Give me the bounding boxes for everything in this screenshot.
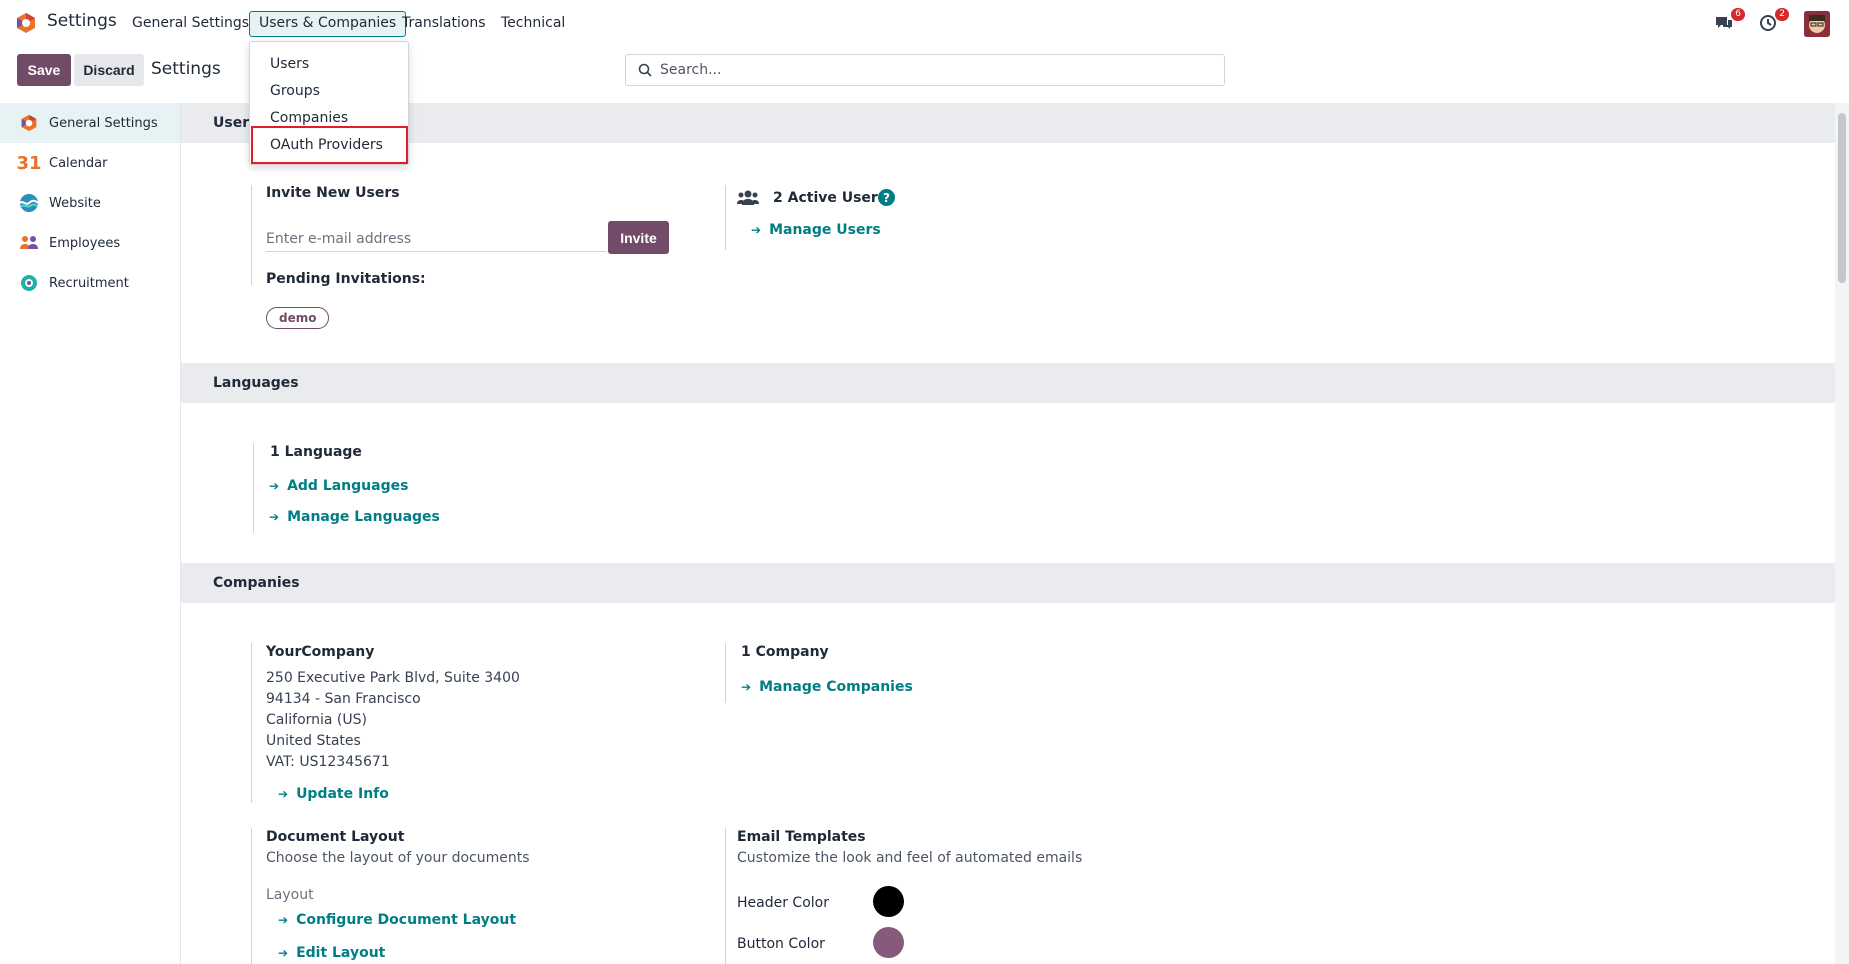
layout-label: Layout (266, 887, 314, 903)
section-header-users: Users (181, 103, 1835, 143)
sidebar-item-label: Employees (49, 235, 121, 251)
active-users-count: 2 Active Users (773, 190, 887, 206)
email-templates-title: Email Templates (737, 829, 866, 845)
odoo-icon (18, 112, 40, 134)
invite-email-input[interactable] (266, 231, 606, 252)
sidebar-item-label: General Settings (49, 115, 158, 131)
users-group-icon (737, 189, 759, 211)
menu-translations[interactable]: Translations (392, 11, 496, 37)
configure-document-layout-link[interactable]: Configure Document Layout (278, 912, 516, 928)
calendar-31-icon: 31 (16, 152, 42, 174)
sidebar-item-employees[interactable]: Employees (0, 223, 180, 263)
manage-languages-link[interactable]: Manage Languages (269, 509, 440, 525)
scrollbar-thumb[interactable] (1838, 113, 1846, 283)
invite-button[interactable]: Invite (608, 221, 669, 254)
main-scrollbar[interactable] (1835, 103, 1849, 964)
help-icon[interactable]: ? (878, 189, 895, 206)
users-companies-dropdown: Users Groups Companies OAuth Providers (249, 41, 409, 165)
manage-companies-link[interactable]: Manage Companies (741, 679, 913, 695)
header-color-swatch[interactable] (873, 886, 904, 917)
company-vat: VAT: US12345671 (266, 754, 390, 770)
search-icon (638, 63, 652, 77)
menu-general-settings[interactable]: General Settings (122, 11, 259, 37)
menu-users-companies[interactable]: Users & Companies (249, 11, 407, 37)
search-bar[interactable] (625, 54, 1225, 86)
save-button[interactable]: Save (17, 54, 71, 86)
update-info-link[interactable]: Update Info (278, 786, 389, 802)
sidebar-item-label: Website (49, 195, 101, 211)
section-header-languages: Languages (181, 363, 1835, 403)
document-layout-block (251, 828, 252, 964)
top-navbar: Settings General Settings Users & Compan… (0, 0, 1849, 46)
discard-button[interactable]: Discard (74, 54, 144, 86)
company-address-line: 94134 - San Francisco (266, 691, 421, 707)
company-address-line: California (US) (266, 712, 367, 728)
sidebar-item-label: Calendar (49, 155, 108, 171)
company-info-block (251, 643, 252, 803)
user-avatar[interactable] (1804, 11, 1830, 37)
sidebar-item-recruitment[interactable]: Recruitment (0, 263, 180, 303)
sidebar-item-website[interactable]: Website (0, 183, 180, 223)
settings-sidebar: General Settings 31 Calendar Website Emp… (0, 103, 181, 964)
recruitment-icon (18, 272, 40, 294)
manage-users-link[interactable]: Manage Users (751, 222, 881, 238)
add-languages-link[interactable]: Add Languages (269, 478, 408, 494)
messages-icon[interactable]: 6 (1713, 8, 1745, 34)
invite-new-users-title: Invite New Users (266, 185, 400, 201)
company-count: 1 Company (741, 644, 829, 660)
company-count-block (725, 643, 726, 703)
search-input[interactable] (660, 62, 1200, 78)
sidebar-item-calendar[interactable]: 31 Calendar (0, 143, 180, 183)
section-header-companies: Companies (181, 563, 1835, 603)
language-count: 1 Language (270, 444, 362, 460)
sidebar-item-label: Recruitment (49, 275, 129, 291)
odoo-logo-icon[interactable] (15, 12, 37, 34)
company-address-line: 250 Executive Park Blvd, Suite 3400 (266, 670, 520, 686)
email-templates-desc: Customize the look and feel of automated… (737, 850, 1083, 866)
languages-block (253, 443, 254, 533)
activity-clock-icon[interactable]: 2 (1757, 8, 1789, 34)
document-layout-title: Document Layout (266, 829, 405, 845)
invite-users-block (251, 185, 252, 285)
activity-badge: 2 (1775, 8, 1789, 21)
employees-icon (18, 232, 40, 254)
company-name: YourCompany (266, 644, 375, 660)
button-color-swatch[interactable] (873, 927, 904, 958)
email-templates-block (725, 828, 726, 964)
active-users-block (725, 185, 726, 250)
breadcrumb: Settings (151, 59, 221, 79)
button-color-label: Button Color (737, 936, 825, 952)
website-icon (18, 192, 40, 214)
sidebar-item-general-settings[interactable]: General Settings (0, 103, 180, 143)
pending-invitation-tag[interactable]: demo (266, 307, 330, 329)
dropdown-item-users[interactable]: Users (251, 50, 407, 77)
document-layout-desc: Choose the layout of your documents (266, 850, 530, 866)
company-address-line: United States (266, 733, 361, 749)
messages-badge: 6 (1731, 8, 1745, 21)
settings-main: Users Invite New Users Invite Pending In… (181, 103, 1835, 964)
header-color-label: Header Color (737, 895, 829, 911)
dropdown-item-oauth-providers[interactable]: OAuth Providers (251, 126, 408, 164)
pending-invitations-label: Pending Invitations: (266, 271, 426, 287)
dropdown-item-groups[interactable]: Groups (251, 77, 407, 104)
edit-layout-link[interactable]: Edit Layout (278, 945, 385, 961)
menu-technical[interactable]: Technical (491, 11, 575, 37)
app-title[interactable]: Settings (47, 11, 117, 31)
